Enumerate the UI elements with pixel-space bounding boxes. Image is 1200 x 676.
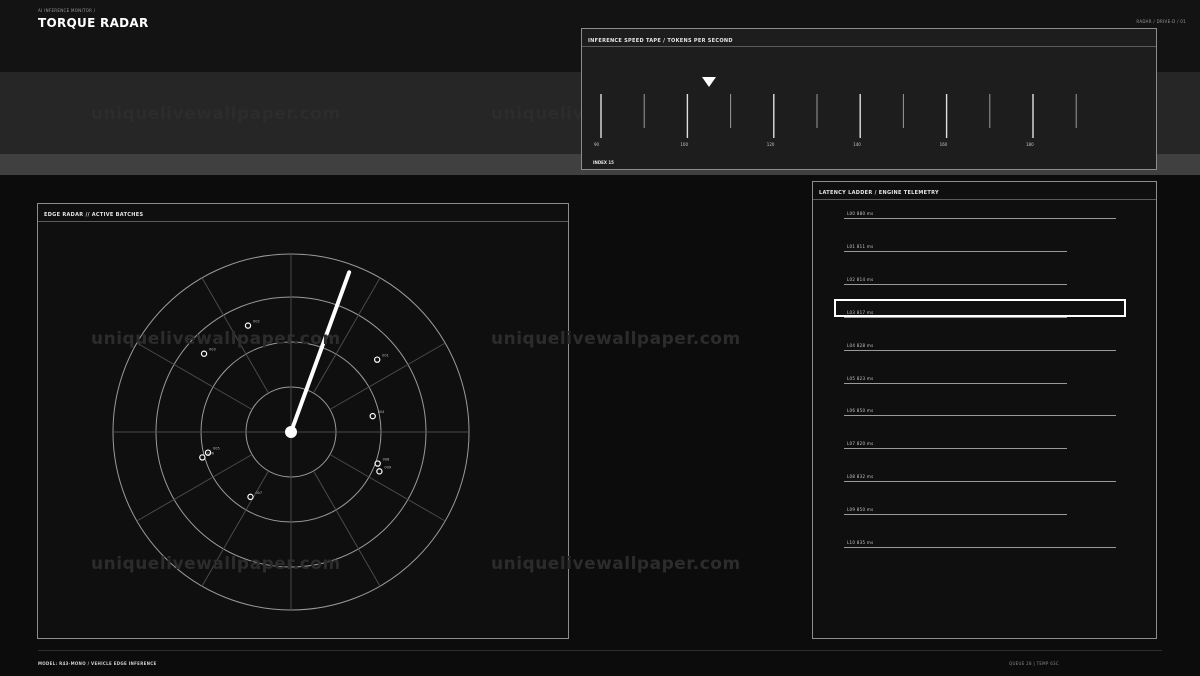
batch-point[interactable] [244, 322, 252, 329]
batch-point-label: 007 [255, 491, 262, 495]
watermark: uniquelivewallpaper.com [491, 554, 741, 574]
tape-tick-label: 120 [767, 142, 775, 147]
watermark: uniquelivewallpaper.com [491, 329, 741, 349]
batch-point[interactable] [247, 493, 254, 501]
ladder-rung-label: L06 850 ms [847, 408, 874, 414]
ladder-rung-selected[interactable] [834, 298, 1126, 317]
batch-point-label: 009 [384, 465, 391, 469]
radar-spoke [136, 454, 253, 522]
speed-tape-scale: 90 100 120 140 160 180 [594, 77, 1077, 147]
ladder-rung-label: L07 820 ms [847, 441, 874, 447]
tape-tick-label: 160 [940, 142, 948, 147]
ladder-rung-label: L10 835 ms [847, 540, 874, 545]
batch-point[interactable] [200, 350, 208, 357]
ladder-rung-label: L09 850 ms [847, 507, 874, 513]
tape-tick-label: 140 [853, 142, 861, 147]
watermark: uniquelivewallpaper.com [91, 554, 341, 574]
batch-point-label: 002 [253, 320, 260, 324]
batch-point[interactable] [376, 468, 383, 475]
ladder-rung-line [844, 283, 1067, 285]
ladder-rung-label: L01 811 ms [847, 243, 874, 249]
ladder-rung-label: L02 814 ms [847, 276, 874, 282]
batch-point-label: 004 [378, 410, 385, 414]
ladder-rung-label: L05 823 ms [847, 375, 874, 381]
breadcrumb: AI INFERENCE MONITOR / [38, 8, 96, 13]
batch-point[interactable] [374, 460, 381, 467]
latency-ladder-panel: LATENCY LADDER / ENGINE TELEMETRY L00 88… [812, 181, 1157, 639]
radar-scope: 002003001004005006008009007 [112, 253, 470, 611]
batch-point-label: 006 [207, 451, 214, 455]
ladder-rung-line [844, 448, 1067, 450]
ladder-rung-label: L04 828 ms [847, 342, 874, 348]
page-title: TORQUE RADAR [38, 16, 149, 30]
queue-temp-status: QUEUE 28 | TEMP 63C [1009, 661, 1059, 666]
ladder-rung-label: L08 832 ms [847, 474, 874, 480]
ladder-rung-line [844, 250, 1067, 252]
ladder-rung-line [844, 415, 1116, 417]
footer-divider [38, 650, 1162, 651]
batch-point[interactable] [199, 454, 206, 461]
model-label: MODEL: R43-MONO / VEHICLE EDGE INFERENCE [38, 661, 157, 666]
tape-tick-label: 100 [680, 142, 688, 147]
batch-point-label: 001 [382, 354, 389, 358]
watermark: uniquelivewallpaper.com [91, 329, 341, 349]
latency-ladder-title: LATENCY LADDER / ENGINE TELEMETRY [813, 182, 1156, 200]
batch-point[interactable] [373, 356, 381, 363]
radar-spoke [136, 342, 253, 410]
ladder-rung-line [844, 481, 1116, 483]
speed-tape-panel: INFERENCE SPEED TAPE / TOKENS PER SECOND… [581, 28, 1157, 170]
batch-point-label: 008 [383, 458, 390, 462]
batch-point-label: 005 [213, 447, 220, 451]
tape-tick-label: 90 [594, 142, 600, 147]
ladder-rung-line [844, 218, 1116, 219]
speed-marker-icon [702, 77, 716, 87]
ladder-rung-line [844, 382, 1067, 384]
ladder-rung-line [844, 547, 1116, 548]
view-path: RADAR / DRIVE-D / 01 [1136, 19, 1186, 24]
radar-sweep [289, 270, 352, 434]
radar-center [285, 426, 297, 438]
speed-tape-index: INDEX 15 [593, 160, 614, 165]
watermark: uniquelivewallpaper.com [91, 104, 341, 124]
tape-tick-label: 180 [1026, 142, 1034, 147]
ladder-rung-label: L00 880 ms [847, 211, 874, 216]
ladder-rung-line [844, 316, 1067, 318]
batch-point[interactable] [369, 412, 376, 420]
ladder-rung-line [844, 514, 1067, 516]
ladder-rung-line [844, 349, 1116, 351]
